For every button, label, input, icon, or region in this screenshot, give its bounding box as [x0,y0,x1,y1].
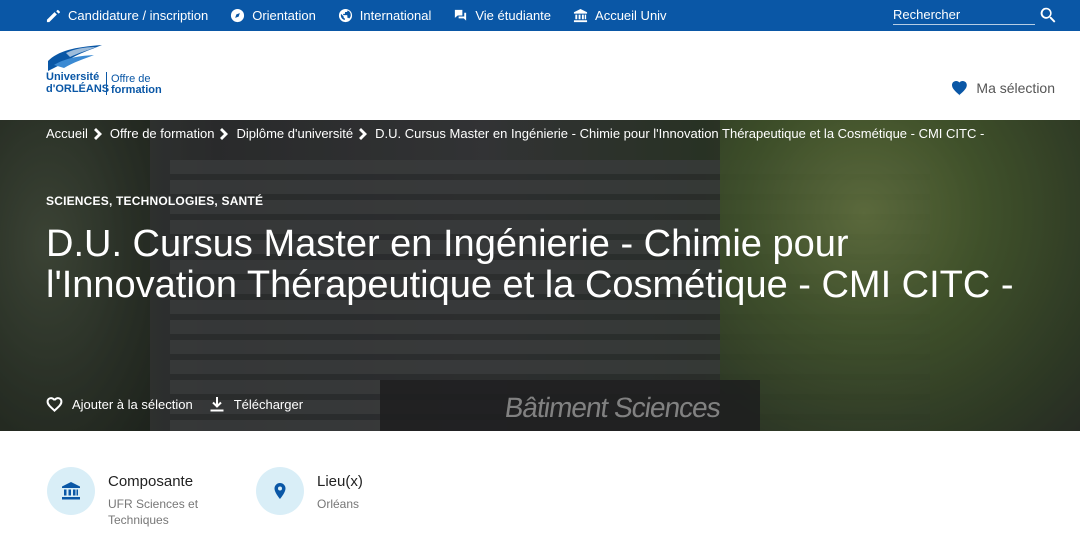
top-nav: Candidature / inscription Orientation In… [46,0,689,31]
chevron-right-icon [93,127,102,140]
nav-orientation-label: Orientation [252,8,316,23]
download-label: Télécharger [233,396,304,412]
nav-accueil-univ[interactable]: Accueil Univ [573,8,667,23]
heart-icon [952,80,968,96]
breadcrumb-offre[interactable]: Offre de formation [110,126,215,141]
composante-icon-circle [47,467,95,515]
university-icon [573,8,588,23]
info-section: Composante UFR Sciences et Techniques Li… [0,431,1080,541]
composante-text: Composante UFR Sciences et Techniques [108,467,218,528]
ma-selection-label: Ma sélection [976,80,1055,96]
logo-offre-line2: formation [111,84,162,96]
lieu-value: Orléans [317,497,360,511]
breadcrumb-diplome[interactable]: Diplôme d'université [236,126,353,141]
logo-mark-icon [48,45,102,71]
hero-actions: Ajouter à la sélection Télécharger [46,396,319,412]
nav-orientation[interactable]: Orientation [230,8,316,23]
nav-candidature-label: Candidature / inscription [68,8,209,23]
composante-value: UFR Sciences et Techniques [108,497,199,527]
compass-icon [231,8,245,23]
chevron-right-icon [359,127,368,140]
add-to-selection-button[interactable]: Ajouter à la sélection [46,397,193,412]
chat-icon [455,9,467,21]
lieu-card: Lieu(x) Orléans [256,467,427,515]
nav-candidature[interactable]: Candidature / inscription [46,8,208,23]
add-to-selection-label: Ajouter à la sélection [72,396,193,412]
page-title: D.U. Cursus Master en Ingénierie - Chimi… [46,223,1014,306]
search-icon [1040,7,1056,23]
search-input[interactable] [893,5,1035,24]
nav-vie-etudiante[interactable]: Vie étudiante [453,8,551,23]
category-label: SCIENCES, TECHNOLOGIES, SANTÉ [46,194,264,208]
nav-vie-etudiante-label: Vie étudiante [475,8,552,23]
globe-icon [338,8,352,23]
pencil-icon [46,9,60,23]
chevron-right-icon [220,127,229,140]
composante-card: Composante UFR Sciences et Techniques [47,467,218,528]
lieu-label: Lieu(x) [317,473,363,490]
download-button[interactable]: Télécharger [209,396,303,412]
logo-line2: d'ORLÉANS [46,83,110,95]
location-pin-icon [274,483,286,499]
breadcrumb-accueil[interactable]: Accueil [46,126,88,141]
logo-separator [106,72,107,95]
heart-outline-icon [46,396,63,412]
logo-line1: Université [46,71,100,83]
hero-banner: Bâtiment Sciences Accueil Offre de forma… [0,120,1080,431]
site-header: Université d'ORLÉANS Offre de formation … [0,31,1080,120]
breadcrumb-current: D.U. Cursus Master en Ingénierie - Chimi… [375,126,985,141]
top-bar: Candidature / inscription Orientation In… [0,0,1080,31]
lieu-icon-circle [256,467,304,515]
nav-accueil-univ-label: Accueil Univ [595,8,667,23]
search-button[interactable] [1040,7,1056,23]
nav-international-label: International [359,8,432,23]
download-icon [210,397,224,412]
composante-label: Composante [108,473,194,490]
institution-icon [62,482,80,500]
breadcrumb: Accueil Offre de formation Diplôme d'uni… [46,126,984,141]
ma-selection-link[interactable]: Ma sélection [951,80,1055,96]
search-field [893,5,1035,25]
nav-international[interactable]: International [338,8,432,23]
lieu-text: Lieu(x) Orléans [317,467,427,515]
university-logo[interactable]: Université d'ORLÉANS Offre de formation [46,43,176,103]
